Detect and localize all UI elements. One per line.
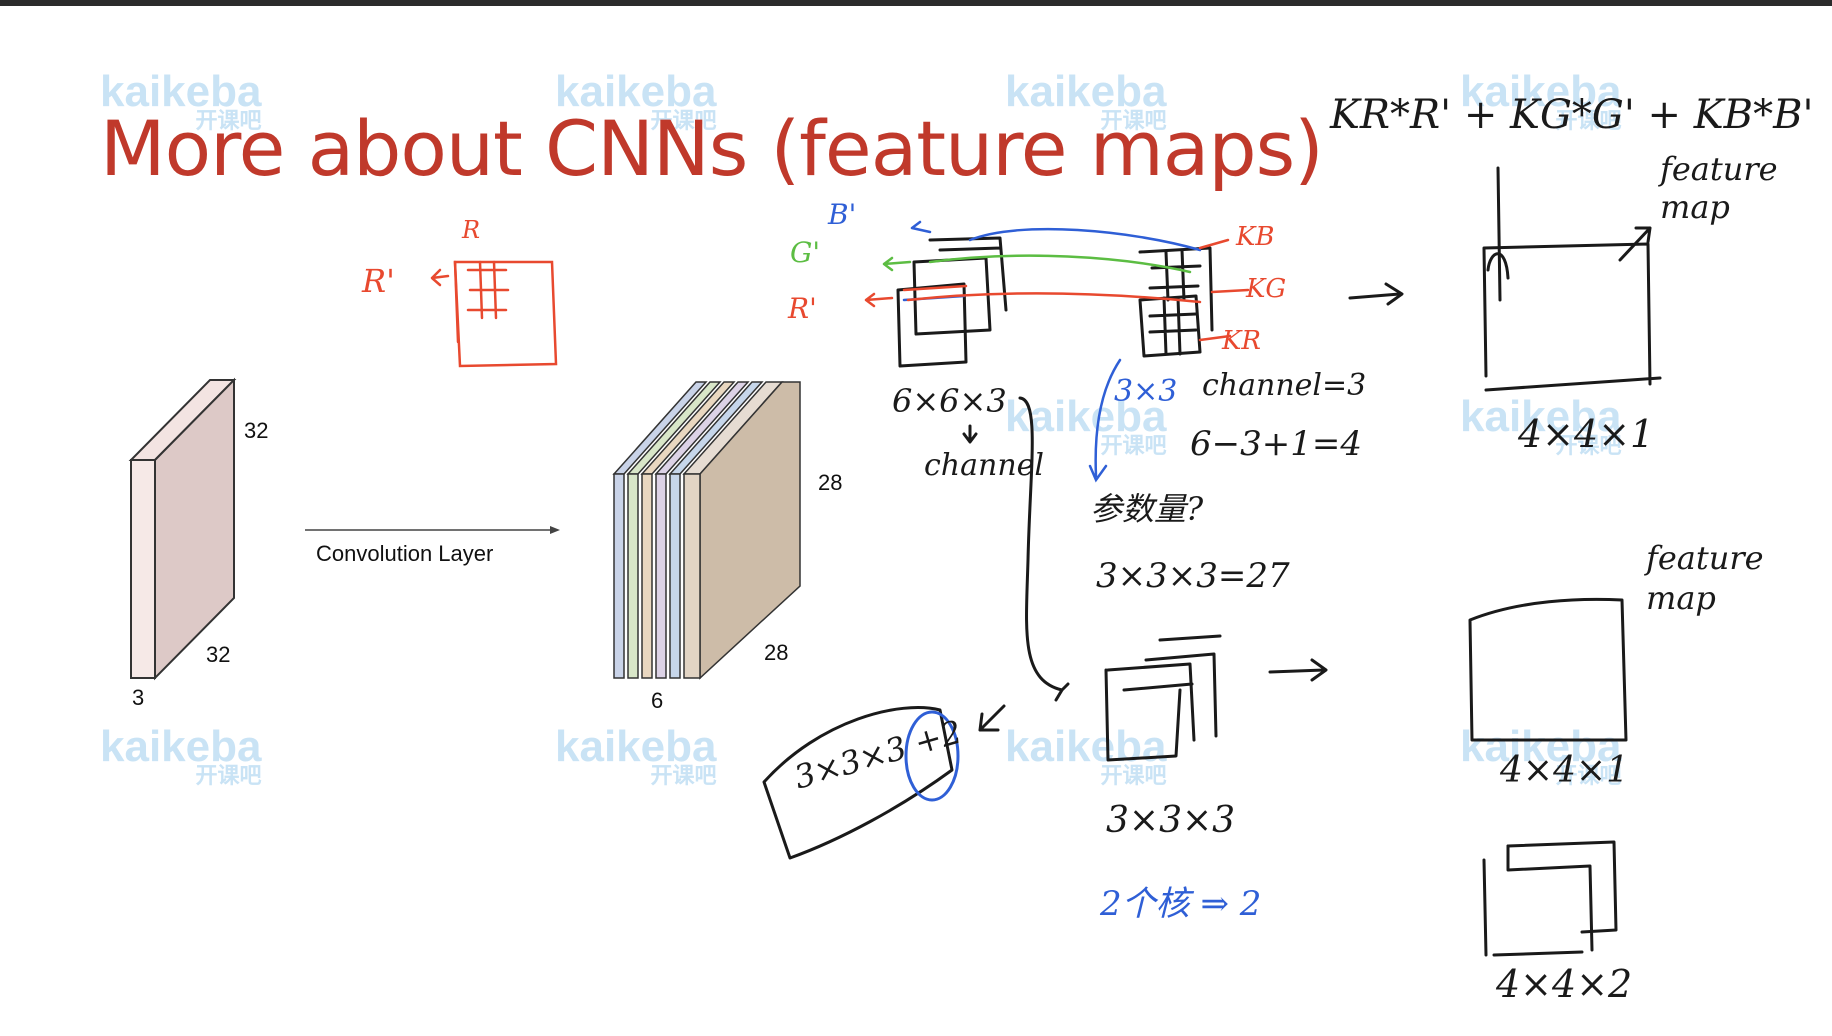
params-question-note: 参数量? (1090, 490, 1204, 528)
feature-map-mid (1468, 597, 1628, 742)
size-top-note: 4×4×1 (1518, 412, 1655, 456)
size-mid-note: 4×4×1 (1500, 750, 1630, 791)
feature-map-mid-note: feature map (1646, 539, 1764, 617)
input-size-note: 6×6×3 (892, 382, 1007, 420)
kernel-note: 3×3 (1114, 374, 1178, 409)
diagram-canvas (128, 166, 1662, 957)
input-volume (128, 377, 237, 681)
input-height-label: 32 (244, 418, 269, 443)
input-depth-label: 3 (132, 685, 145, 710)
convolution-arrow (305, 526, 560, 534)
channel-eq-note: channel=3 (1202, 368, 1367, 403)
r-prime-note: R' (788, 292, 817, 325)
output-width-label: 28 (764, 640, 789, 665)
output-depth-label: 6 (651, 688, 664, 713)
feature-map-top (1482, 166, 1662, 392)
kernel-size-note: 3×3×3 (1106, 800, 1236, 841)
params-note: 3×3×3=27 (1096, 556, 1290, 596)
input-width-label: 32 (206, 642, 231, 667)
b-prime-note: B' (828, 198, 857, 231)
output-volume (612, 381, 801, 680)
calc-note: 6−3+1=4 (1190, 424, 1362, 464)
two-kernels-note: 2个核 ⇒ 2 (1100, 884, 1262, 924)
feature-map-top-note: feature map (1660, 150, 1778, 226)
kb-note: KB (1236, 222, 1275, 252)
convolution-layer-label: Convolution Layer (316, 541, 494, 566)
g-prime-note: G' (790, 236, 821, 269)
kg-note: KG (1246, 274, 1287, 304)
two-kernels (1104, 634, 1222, 762)
output-height-label: 28 (818, 470, 843, 495)
formula-note: KR*R' + KG*G' + KB*B' (1330, 92, 1814, 138)
size-bottom-note: 4×4×2 (1496, 962, 1633, 1006)
kr-note: KR (1222, 326, 1261, 356)
red-kernel-sketch (430, 260, 558, 368)
r-top-note: R (462, 216, 481, 244)
channel-connections (864, 220, 1250, 342)
feature-map-bottom (1482, 840, 1618, 957)
r-left-note: R' (362, 262, 395, 300)
channel-note: channel (924, 448, 1044, 483)
